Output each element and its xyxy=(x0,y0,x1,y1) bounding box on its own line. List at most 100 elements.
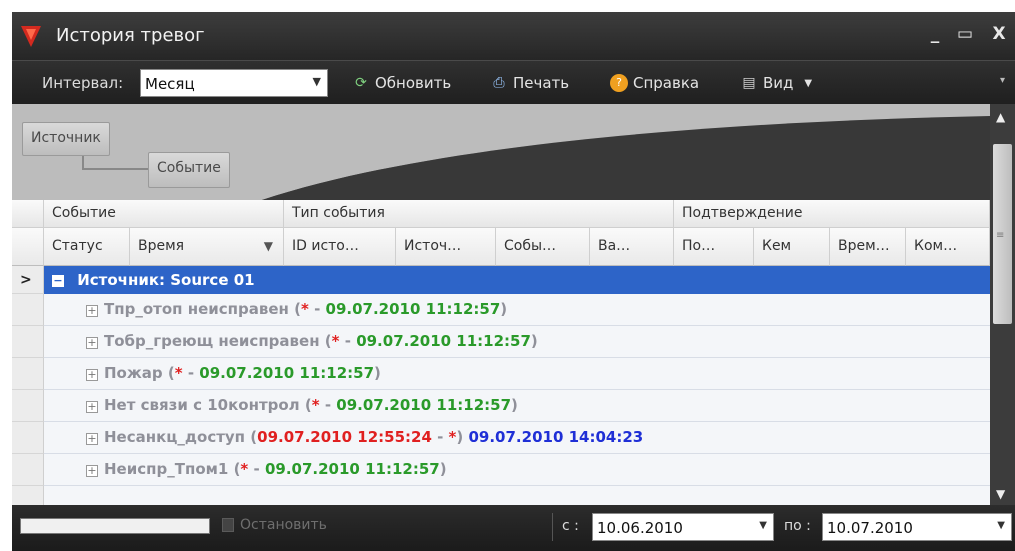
event-row[interactable]: + Нет связи с 10контрол (* - 09.07.2010 1… xyxy=(80,390,990,422)
active-marker: * xyxy=(331,332,340,350)
event-row[interactable]: + Неиспр_Тпом1 (* - 09.07.2010 11:12:57) xyxy=(80,454,990,486)
separator: - xyxy=(308,300,326,318)
column-comment[interactable]: Ком… xyxy=(906,228,990,266)
event-row[interactable]: + Тпр_отоп неисправен (* - 09.07.2010 11:… xyxy=(80,294,990,326)
row-indent xyxy=(44,454,80,486)
column-event[interactable]: Собы… xyxy=(496,228,590,266)
event-name: Неиспр_Тпом1 xyxy=(104,460,229,478)
scroll-down-icon[interactable]: ▼ xyxy=(996,487,1005,501)
header-group-acknowledge: Подтверждение xyxy=(674,200,990,228)
open-paren: ( xyxy=(162,364,175,382)
separator: - xyxy=(431,428,449,446)
chevron-down-icon: ▼ xyxy=(759,520,767,531)
minimize-button[interactable]: _ xyxy=(922,24,948,44)
header-corner xyxy=(12,200,44,228)
event-row-partial[interactable] xyxy=(80,486,990,505)
refresh-label: Обновить xyxy=(375,74,452,92)
close-paren: ) xyxy=(500,300,508,318)
separator: - xyxy=(182,364,200,382)
column-ack-by[interactable]: Кем xyxy=(754,228,830,266)
row-indicator[interactable] xyxy=(12,454,44,486)
help-button[interactable]: ? Справка xyxy=(610,69,699,97)
expand-icon[interactable]: + xyxy=(86,433,98,445)
row-indicator[interactable] xyxy=(12,422,44,454)
filter-icon[interactable]: ▼ xyxy=(264,239,273,253)
event-time: 09.07.2010 11:12:57 xyxy=(325,300,501,318)
event-name: Несанкц_доступ xyxy=(104,428,246,446)
event-row[interactable]: + Тобр_греющ неисправен (* - 09.07.2010 1… xyxy=(80,326,990,358)
collapse-icon[interactable]: − xyxy=(52,275,64,287)
row-indent xyxy=(44,390,80,422)
column-value[interactable]: Ва… xyxy=(590,228,674,266)
help-icon: ? xyxy=(610,74,628,92)
app-logo-icon xyxy=(21,26,41,47)
row-indicator-current[interactable]: > xyxy=(12,266,44,294)
refresh-button[interactable]: ⟳ Обновить xyxy=(352,69,451,97)
row-indicator[interactable] xyxy=(12,390,44,422)
column-source-id[interactable]: ID исто… xyxy=(284,228,396,266)
from-date-picker[interactable]: 10.06.2010 ▼ xyxy=(592,513,774,541)
print-icon: ⎙ xyxy=(493,75,505,91)
expand-icon[interactable]: + xyxy=(86,401,98,413)
group-chip-event[interactable]: Событие xyxy=(148,152,230,188)
close-paren: ) xyxy=(439,460,447,478)
row-indicator[interactable] xyxy=(12,326,44,358)
event-name: Нет связи с 10контрол xyxy=(104,396,300,414)
print-button[interactable]: ⎙ Печать xyxy=(490,69,569,97)
status-bar: Остановить c : 10.06.2010 ▼ по : 10.07.2… xyxy=(12,505,1015,551)
close-paren: ) xyxy=(511,396,518,414)
column-ack-time[interactable]: Врем… xyxy=(830,228,906,266)
event-time: 09.07.2010 11:12:57 xyxy=(264,460,440,478)
to-date-picker[interactable]: 10.07.2010 ▼ xyxy=(822,513,1012,541)
view-button[interactable]: ▤ Вид ▼ xyxy=(740,69,812,97)
vertical-scrollbar[interactable]: ▲ ≡ ▼ xyxy=(990,104,1015,505)
expand-icon[interactable]: + xyxy=(86,305,98,317)
print-label: Печать xyxy=(513,74,570,92)
expand-icon[interactable]: + xyxy=(86,465,98,477)
row-indent xyxy=(44,486,80,505)
expand-icon[interactable]: + xyxy=(86,369,98,381)
header-corner xyxy=(12,228,44,266)
column-time[interactable]: Время ▼ xyxy=(130,228,284,266)
chevron-down-icon: ▼ xyxy=(804,77,813,89)
scroll-up-icon[interactable]: ▲ xyxy=(996,110,1005,124)
interval-value: Месяц xyxy=(145,75,195,93)
group-connector xyxy=(82,168,148,170)
column-ack[interactable]: По… xyxy=(674,228,754,266)
window-title: История тревог xyxy=(56,25,205,46)
interval-select[interactable]: Месяц ▼ xyxy=(140,69,328,97)
close-paren: ) xyxy=(456,428,469,446)
group-chip-source[interactable]: Источник xyxy=(22,122,110,156)
row-indicator[interactable] xyxy=(12,486,44,505)
toolbar-overflow-icon[interactable]: ▾ xyxy=(1000,75,1005,86)
to-label: по : xyxy=(784,518,811,534)
active-marker: * xyxy=(174,364,183,382)
row-indicator[interactable] xyxy=(12,358,44,390)
stop-icon xyxy=(222,518,234,532)
event-row[interactable]: + Несанкц_доступ (09.07.2010 12:55:24 - *… xyxy=(80,422,990,454)
row-indicator[interactable] xyxy=(12,294,44,326)
header-group-event: Событие xyxy=(44,200,284,228)
divider xyxy=(552,513,553,541)
column-source[interactable]: Источ… xyxy=(396,228,496,266)
expand-icon[interactable]: + xyxy=(86,337,98,349)
maximize-button[interactable]: ▭ xyxy=(952,24,978,44)
open-paren: ( xyxy=(319,332,332,350)
progress-bar xyxy=(20,518,210,534)
view-icon: ▤ xyxy=(742,75,756,91)
group-row-source[interactable]: − Источник: Source 01 xyxy=(44,266,990,294)
event-row[interactable]: + Пожар (* - 09.07.2010 11:12:57) xyxy=(80,358,990,390)
separator: - xyxy=(319,396,337,414)
to-date-value: 10.07.2010 xyxy=(827,519,913,537)
event-time: 09.07.2010 11:12:57 xyxy=(199,364,374,382)
open-paren: ( xyxy=(245,428,258,446)
close-paren: ) xyxy=(374,364,381,382)
stop-button[interactable]: Остановить xyxy=(222,517,327,533)
interval-label: Интервал: xyxy=(42,74,124,92)
event-start-time: 09.07.2010 12:55:24 xyxy=(257,428,432,446)
close-button[interactable]: X xyxy=(986,24,1012,44)
row-indent xyxy=(44,422,80,454)
column-status[interactable]: Статус xyxy=(44,228,130,266)
event-time: 09.07.2010 11:12:57 xyxy=(336,396,512,414)
group-row-label: Источник: Source 01 xyxy=(77,271,255,289)
